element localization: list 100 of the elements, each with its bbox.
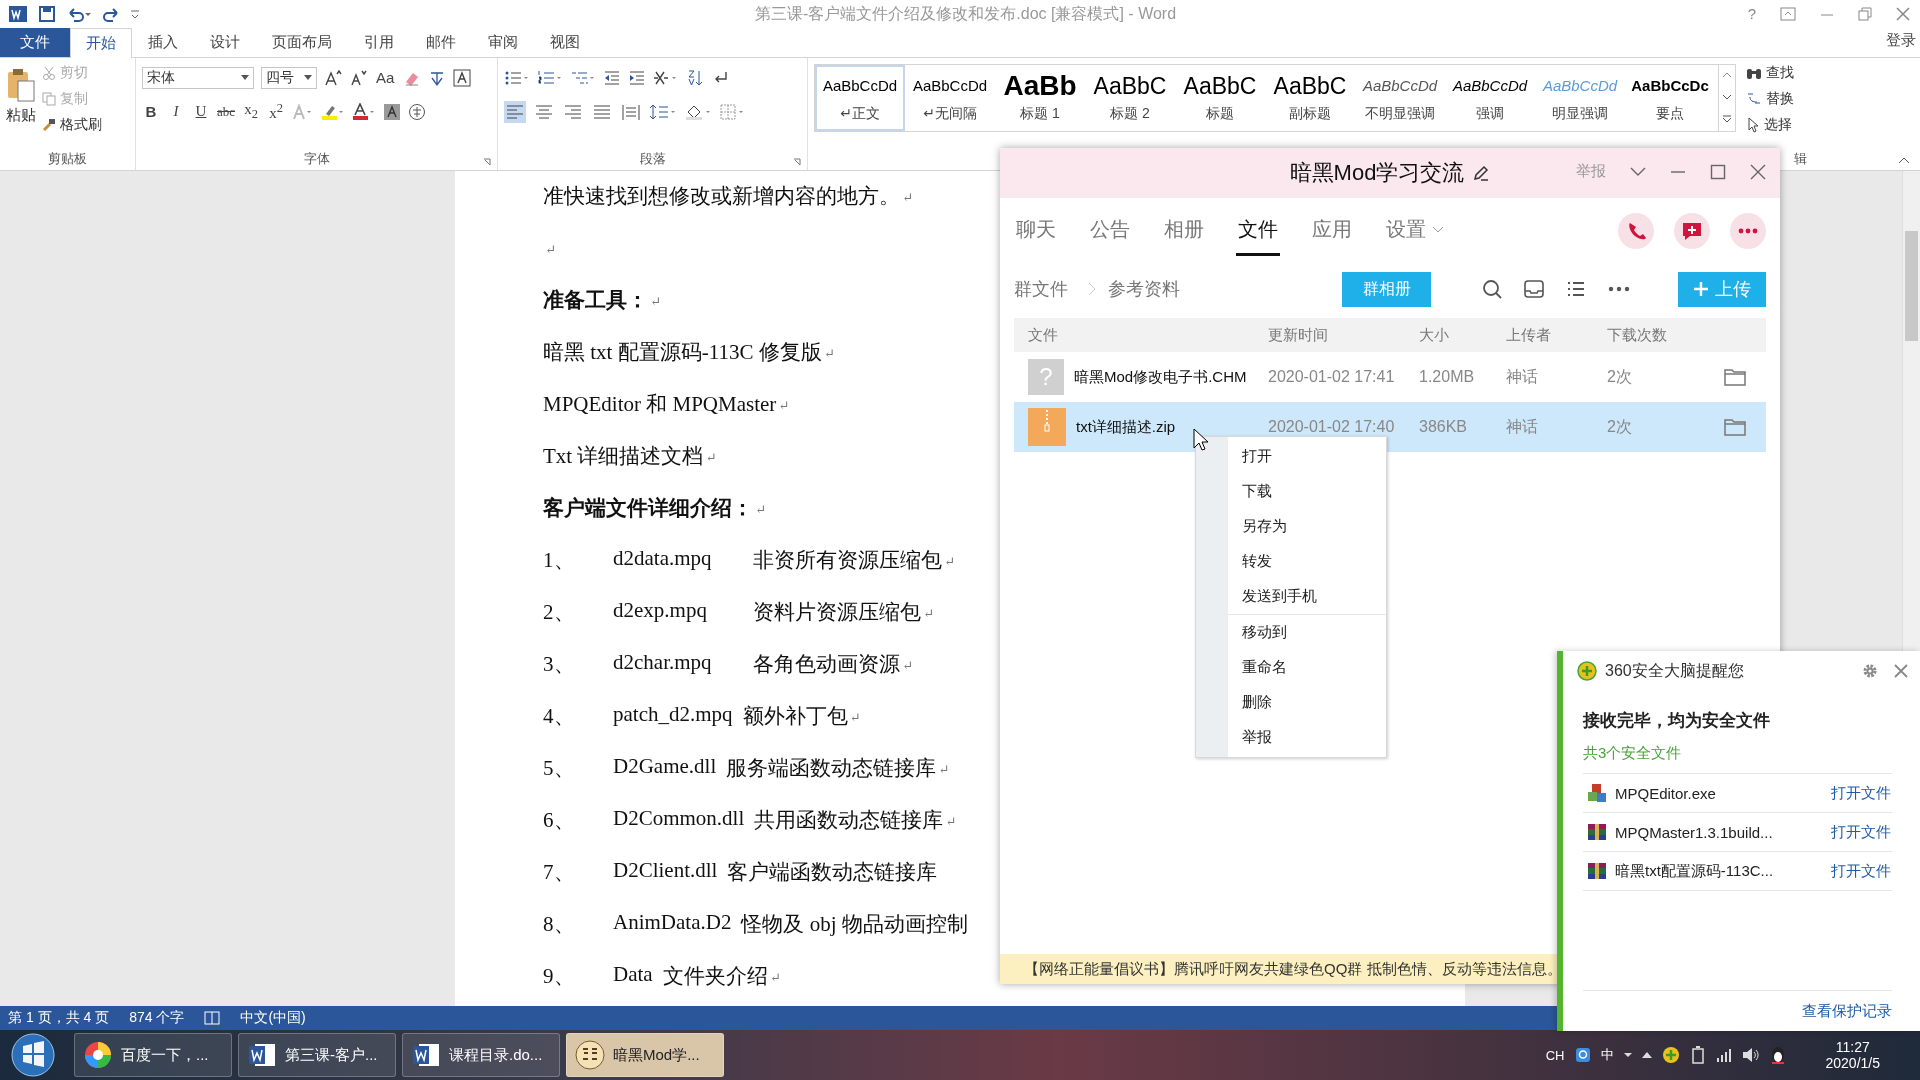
word-count[interactable]: 874 个字	[129, 1009, 185, 1027]
menu-item[interactable]: 移动到	[1196, 615, 1386, 650]
style-gallery-item[interactable]: AaBbCcDd ↵无间隔	[905, 64, 995, 131]
input-method-icon[interactable]	[1574, 1047, 1591, 1064]
paste-button[interactable]: 粘贴	[6, 61, 36, 150]
format-button[interactable]: U	[192, 103, 210, 121]
style-gallery-item[interactable]: AaBb 标题 1	[995, 64, 1085, 131]
change-case-button[interactable]: Aa	[374, 69, 397, 87]
style-gallery-item[interactable]: AaBbCcDd 明显强调	[1535, 64, 1625, 131]
chat-tab[interactable]: 设置	[1384, 206, 1446, 256]
chevron-down-icon[interactable]	[1630, 166, 1646, 177]
scroll-up-icon[interactable]	[1722, 71, 1732, 80]
font-color-icon[interactable]	[352, 102, 377, 121]
ribbon-tab[interactable]: 视图	[534, 27, 596, 57]
penguin-icon[interactable]	[1769, 1046, 1786, 1065]
format-painter-button[interactable]: 格式刷	[42, 113, 102, 136]
page-count[interactable]: 第 1 页，共 4 页	[8, 1009, 110, 1027]
taskbar-button[interactable]: 暗黑Mod学...	[566, 1033, 724, 1078]
chat-tab[interactable]: 相册	[1162, 206, 1206, 256]
select-button[interactable]: 选择	[1746, 113, 1854, 136]
shrink-font-icon[interactable]	[349, 68, 367, 87]
sign-in-link[interactable]: 登录	[1886, 27, 1920, 57]
sort-icon[interactable]	[686, 68, 704, 87]
column-header[interactable]: 下载次数	[1607, 325, 1704, 345]
folder-icon[interactable]	[1724, 368, 1746, 386]
menu-item[interactable]: 另存为	[1196, 509, 1386, 544]
open-file-link[interactable]: 打开文件	[1831, 861, 1891, 881]
open-file-link[interactable]: 打开文件	[1831, 783, 1891, 803]
ribbon-tab[interactable]: 插入	[132, 27, 194, 57]
format-button[interactable]: x$^{2}$	[267, 101, 286, 123]
format-button[interactable]: I	[167, 103, 185, 121]
style-gallery-item[interactable]: AaBbC 标题	[1175, 64, 1265, 131]
customize-toolbar-icon[interactable]	[130, 7, 140, 20]
replace-button[interactable]: 替换	[1746, 87, 1854, 110]
device-icon[interactable]	[1689, 1046, 1706, 1065]
style-gallery-item[interactable]: AaBbCcDd 强调	[1445, 64, 1535, 131]
menu-item[interactable]: 举报	[1196, 720, 1386, 755]
column-header[interactable]: 更新时间	[1268, 325, 1419, 345]
font-name-field[interactable]: 宋体	[142, 66, 254, 89]
character-shading-icon[interactable]	[383, 102, 402, 121]
close-icon[interactable]	[1750, 163, 1766, 180]
clock-time[interactable]: 11:27	[1835, 1039, 1870, 1056]
menu-item[interactable]: 重命名	[1196, 650, 1386, 685]
menu-item[interactable]: 删除	[1196, 685, 1386, 720]
scroll-down-icon[interactable]	[1722, 92, 1732, 101]
ribbon-tab[interactable]: 审阅	[472, 27, 534, 57]
ribbon-display-icon[interactable]	[1780, 6, 1796, 21]
ribbon-tab[interactable]: 页面布局	[256, 27, 348, 57]
maximize-icon[interactable]	[1710, 163, 1726, 180]
open-file-link[interactable]: 打开文件	[1831, 822, 1891, 842]
ribbon-tab[interactable]: 引用	[348, 27, 410, 57]
language-indicator[interactable]: 中文(中国)	[240, 1009, 306, 1027]
dialog-launcher-icon[interactable]	[483, 157, 491, 166]
ribbon-tab[interactable]: 设计	[194, 27, 256, 57]
close-icon[interactable]	[1894, 664, 1908, 678]
close-icon[interactable]	[1896, 6, 1910, 21]
help-button[interactable]: ?	[1747, 5, 1756, 23]
style-gallery-item[interactable]: AaBbC 副标题	[1265, 64, 1355, 131]
menu-item[interactable]: 下载	[1196, 474, 1386, 509]
style-gallery-item[interactable]: AaBbC 标题 2	[1085, 64, 1175, 131]
style-gallery-item[interactable]: AaBbCcDc 要点	[1625, 64, 1715, 131]
inbox-icon[interactable]	[1523, 278, 1545, 300]
taskbar-button[interactable]: 课程目录.do...	[402, 1033, 560, 1078]
line-spacing-icon[interactable]	[649, 102, 677, 121]
chat-tab[interactable]: 聊天	[1014, 206, 1058, 256]
font-size-field[interactable]: 四号	[261, 66, 317, 89]
edit-pencil-icon[interactable]	[1472, 164, 1491, 182]
message-plus-icon[interactable]	[1674, 213, 1710, 249]
format-button[interactable]: x$_{2}$	[242, 101, 261, 123]
signal-icon[interactable]	[1715, 1048, 1732, 1063]
file-row[interactable]: ? 暗黑Mod修改电子书.CHM 2020-01-02 17:41 1.20MB 神话 2次	[1014, 352, 1766, 402]
volume-icon[interactable]	[1741, 1047, 1760, 1064]
format-button[interactable]: abc	[217, 103, 236, 120]
increase-indent-icon[interactable]	[628, 68, 646, 87]
proofing-icon[interactable]	[204, 1011, 221, 1025]
input-language[interactable]: CH	[1545, 1047, 1565, 1063]
column-header[interactable]: 文件	[1014, 325, 1268, 345]
numbering-icon[interactable]	[537, 68, 563, 87]
menu-item[interactable]: 发送到手机	[1196, 579, 1386, 614]
save-icon[interactable]	[38, 4, 56, 23]
phone-icon[interactable]	[1618, 213, 1654, 249]
format-button[interactable]: B	[142, 103, 160, 121]
column-header[interactable]: 上传者	[1506, 325, 1607, 345]
chat-tab[interactable]: 应用	[1310, 206, 1354, 256]
character-border-icon[interactable]	[453, 68, 472, 87]
enclose-characters-icon[interactable]	[408, 102, 427, 121]
more-icon[interactable]	[1730, 213, 1766, 249]
alignment-icon[interactable]	[504, 100, 526, 123]
file-tab[interactable]: 文件	[0, 27, 70, 57]
folder-icon[interactable]	[1724, 418, 1746, 436]
breadcrumb-link[interactable]: 群文件	[1014, 277, 1068, 301]
style-gallery-item[interactable]: AaBbCcDd ↵正文	[815, 64, 905, 131]
ribbon-tab[interactable]: 邮件	[410, 27, 472, 57]
caret-icon[interactable]	[1623, 1051, 1632, 1060]
chat-tab[interactable]: 文件	[1236, 206, 1280, 256]
grow-font-icon[interactable]	[324, 68, 342, 87]
protection-log-link[interactable]: 查看保护记录	[1802, 1001, 1892, 1021]
more-styles-icon[interactable]	[1722, 113, 1732, 124]
menu-item[interactable]: 转发	[1196, 544, 1386, 579]
column-header[interactable]: 大小	[1419, 325, 1506, 345]
